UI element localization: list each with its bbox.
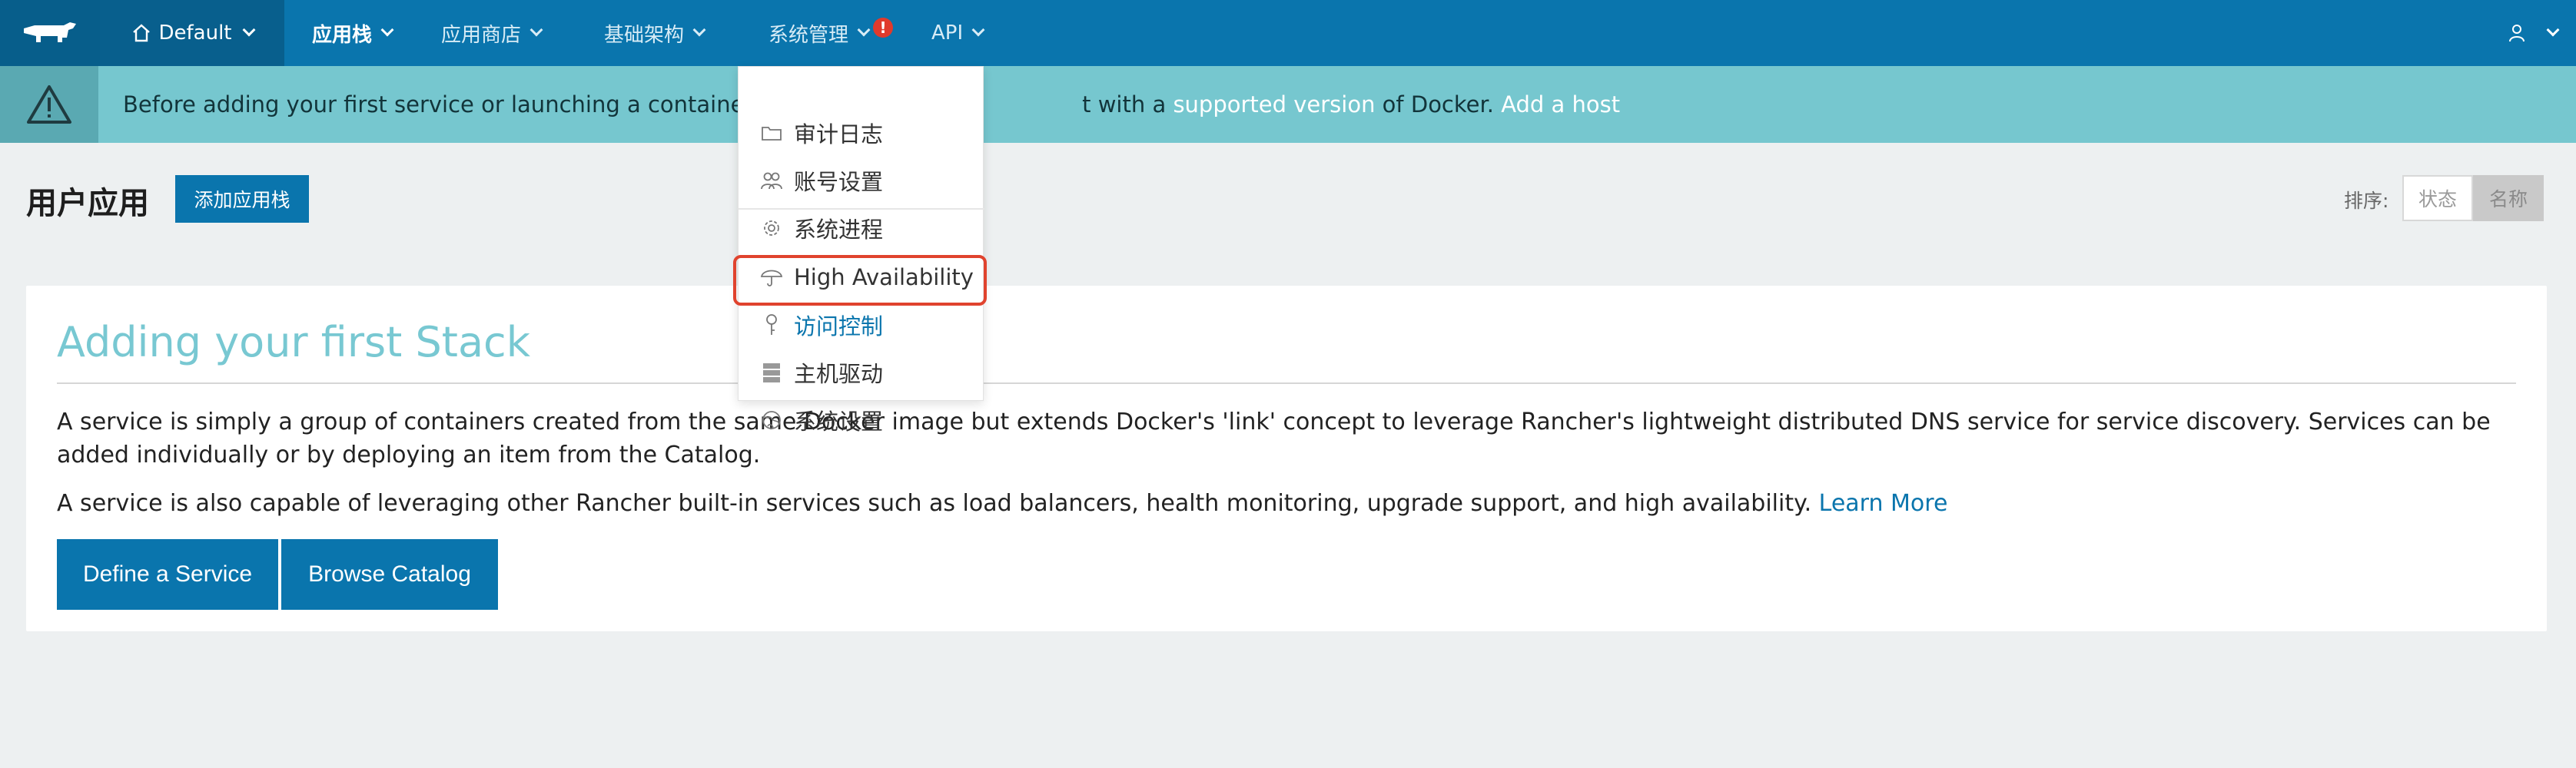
card-paragraph-1: A service is simply a group of container… xyxy=(57,409,2491,468)
menu-divider xyxy=(739,208,984,210)
menu-item-label: 访问控制 xyxy=(794,313,884,339)
menu-item-audit-log[interactable]: 审计日志 xyxy=(739,110,984,156)
environment-selector[interactable]: Default xyxy=(100,0,284,66)
banner-text-before: Before adding your first service or laun… xyxy=(123,91,822,118)
nav-api[interactable]: API xyxy=(931,0,985,66)
user-icon xyxy=(2509,25,2525,42)
users-icon xyxy=(760,169,783,192)
menu-item-processes[interactable]: 系统进程 xyxy=(739,205,984,251)
nav-admin[interactable]: 系统管理 ! xyxy=(768,0,894,66)
menu-item-high-availability[interactable]: High Availability xyxy=(739,254,984,300)
rancher-cow-icon xyxy=(24,22,76,42)
folder-icon xyxy=(760,121,783,144)
menu-item-access-control[interactable]: 访问控制 xyxy=(739,302,984,348)
banner-icon-box xyxy=(0,66,98,143)
home-icon xyxy=(132,24,150,42)
menu-item-label: 系统设置 xyxy=(794,409,884,435)
add-host-link[interactable]: Add a host xyxy=(1501,91,1620,118)
menu-item-label: High Availability xyxy=(794,264,974,290)
warning-icon xyxy=(27,85,71,124)
nav-api-label: API xyxy=(931,22,964,45)
sort-by-name-button[interactable]: 名称 xyxy=(2473,175,2544,221)
nav-admin-label: 系统管理 xyxy=(768,23,849,47)
alert-badge: ! xyxy=(873,18,894,38)
nav-infrastructure-label: 基础架构 xyxy=(604,23,685,47)
banner-text-mid: t with a xyxy=(1082,91,1173,118)
gear-icon xyxy=(760,217,783,240)
user-menu[interactable] xyxy=(2507,0,2560,66)
chevron-down-icon xyxy=(857,23,871,37)
nav-catalog[interactable]: 应用商店 xyxy=(441,0,543,66)
sort-by-state-button[interactable]: 状态 xyxy=(2402,175,2473,221)
learn-more-link[interactable]: Learn More xyxy=(1819,490,1948,517)
supported-version-link[interactable]: supported version xyxy=(1173,91,1375,118)
card-title: Adding your first Stack xyxy=(57,318,530,366)
chevron-down-icon xyxy=(380,23,394,37)
add-stack-button[interactable]: 添加应用栈 xyxy=(175,175,309,223)
page-title: 用户应用 xyxy=(26,186,149,221)
menu-item-label: 系统进程 xyxy=(794,217,884,243)
umbrella-icon xyxy=(760,266,783,289)
server-icon xyxy=(760,361,783,384)
chevron-down-icon xyxy=(242,23,255,37)
browse-catalog-button[interactable]: Browse Catalog xyxy=(281,539,498,610)
rancher-logo[interactable] xyxy=(0,0,100,66)
chevron-down-icon xyxy=(529,23,543,37)
banner-text-after: of Docker. xyxy=(1375,91,1502,118)
chevron-down-icon xyxy=(971,23,985,37)
info-banner: Before adding your first service or laun… xyxy=(0,66,2576,143)
nav-catalog-label: 应用商店 xyxy=(441,23,522,47)
menu-item-accounts[interactable]: 账号设置 xyxy=(739,157,984,204)
chevron-down-icon xyxy=(2546,23,2560,37)
environment-name: Default xyxy=(158,22,232,45)
top-navbar: Default 应用栈 应用商店 基础架构 系统管理 ! API xyxy=(0,0,2576,66)
menu-item-label: 主机驱动 xyxy=(794,361,884,387)
card-paragraph-2: A service is also capable of leveraging … xyxy=(57,487,2516,520)
menu-item-settings[interactable]: 系统设置 xyxy=(739,397,984,443)
menu-item-label: 账号设置 xyxy=(794,169,884,195)
admin-dropdown-menu: 审计日志 账号设置 系统进程 High Availability 访问控制 主机… xyxy=(738,66,984,435)
nav-infrastructure[interactable]: 基础架构 xyxy=(604,0,706,66)
empty-state-card: Adding your first Stack A service is sim… xyxy=(26,286,2547,631)
nav-stacks[interactable]: 应用栈 xyxy=(312,0,394,66)
globe-icon xyxy=(760,409,783,432)
chevron-down-icon xyxy=(692,23,706,37)
nav-stacks-label: 应用栈 xyxy=(312,23,373,47)
sort-toggle: 状态 名称 xyxy=(2402,175,2544,221)
key-icon xyxy=(760,313,783,336)
sort-label: 排序: xyxy=(2344,190,2389,212)
card-paragraph-2-text: A service is also capable of leveraging … xyxy=(57,490,1819,517)
divider xyxy=(57,382,2516,384)
define-service-button[interactable]: Define a Service xyxy=(57,539,278,610)
menu-item-label: 审计日志 xyxy=(794,121,884,147)
menu-item-machine-drivers[interactable]: 主机驱动 xyxy=(739,349,984,396)
